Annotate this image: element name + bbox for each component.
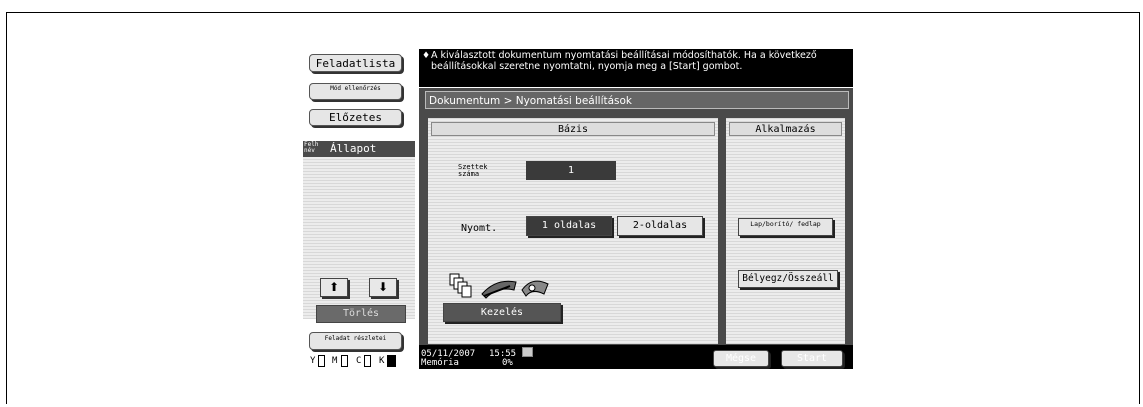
toner-y-label: Y xyxy=(310,356,316,366)
finishing-icon xyxy=(449,273,549,299)
toner-k-bar xyxy=(387,355,396,367)
two-sided-button[interactable]: 2-oldalas xyxy=(617,216,703,236)
job-list-button[interactable]: Feladatlista xyxy=(309,54,402,72)
status-label: Állapot xyxy=(330,142,377,155)
sets-label: Szettek száma xyxy=(458,163,488,178)
control-panel-screen: Feladatlista Mód ellenőrzés Előzetes Fel… xyxy=(301,49,853,369)
message-text: A kiválasztott dokumentum nyomtatási beá… xyxy=(431,50,817,72)
memory-value: 0% xyxy=(502,358,513,368)
toner-m-label: M xyxy=(332,356,338,366)
delete-button[interactable]: Törlés xyxy=(316,305,406,323)
application-section: Alkalmazás Lap/borító/ fedlap Bélyegz/Ös… xyxy=(726,118,845,344)
check-mode-button[interactable]: Mód ellenőrzés xyxy=(309,83,402,100)
print-label: Nyomt. xyxy=(461,223,498,234)
status-footer: 05/11/2007 15:55 Memória 0% Mégse Start xyxy=(419,345,853,369)
memory-label: Memória xyxy=(421,358,459,368)
status-header: Felh név Állapot xyxy=(303,141,415,157)
user-name-label: Felh név xyxy=(304,141,319,154)
sets-count-field[interactable]: 1 xyxy=(526,161,616,180)
toner-y-bar xyxy=(318,355,325,367)
start-button[interactable]: Start xyxy=(781,350,843,367)
sheet-cover-button[interactable]: Lap/borító/ fedlap xyxy=(738,218,833,236)
arrow-down-icon: ⬇ xyxy=(377,280,389,294)
message-area: ♦ A kiválasztott dokumentum nyomtatási b… xyxy=(419,49,853,87)
toner-c-label: C xyxy=(356,356,362,366)
preview-button[interactable]: Előzetes xyxy=(309,109,402,126)
left-panel: Feladatlista Mód ellenőrzés Előzetes Fel… xyxy=(301,49,415,369)
scroll-up-button[interactable]: ⬆ xyxy=(320,278,348,297)
memory-card-icon xyxy=(522,347,533,357)
scroll-down-button[interactable]: ⬇ xyxy=(369,278,397,297)
stamp-compose-button[interactable]: Bélyegz/Összeáll xyxy=(738,270,838,288)
basis-section: Bázis Szettek száma 1 Nyomt. 1 oldalas 2… xyxy=(428,118,718,344)
one-sided-button[interactable]: 1 oldalas xyxy=(526,216,612,236)
toner-indicator: Y M C K xyxy=(310,353,404,369)
info-icon: ♦ xyxy=(422,51,431,61)
toner-m-bar xyxy=(341,355,348,367)
job-details-button[interactable]: Feladat részletei xyxy=(309,332,402,350)
cancel-button[interactable]: Mégse xyxy=(713,350,769,367)
arrow-up-icon: ⬆ xyxy=(328,280,340,294)
settings-panel: Dokumentum > Nyomatási beállítások Bázis… xyxy=(419,88,853,356)
finishing-button[interactable]: Kezelés xyxy=(443,303,561,322)
basis-header: Bázis xyxy=(431,122,715,136)
breadcrumb: Dokumentum > Nyomatási beállítások xyxy=(425,91,849,109)
toner-c-bar xyxy=(364,355,371,367)
application-header: Alkalmazás xyxy=(729,122,842,136)
toner-k-label: K xyxy=(379,356,385,366)
